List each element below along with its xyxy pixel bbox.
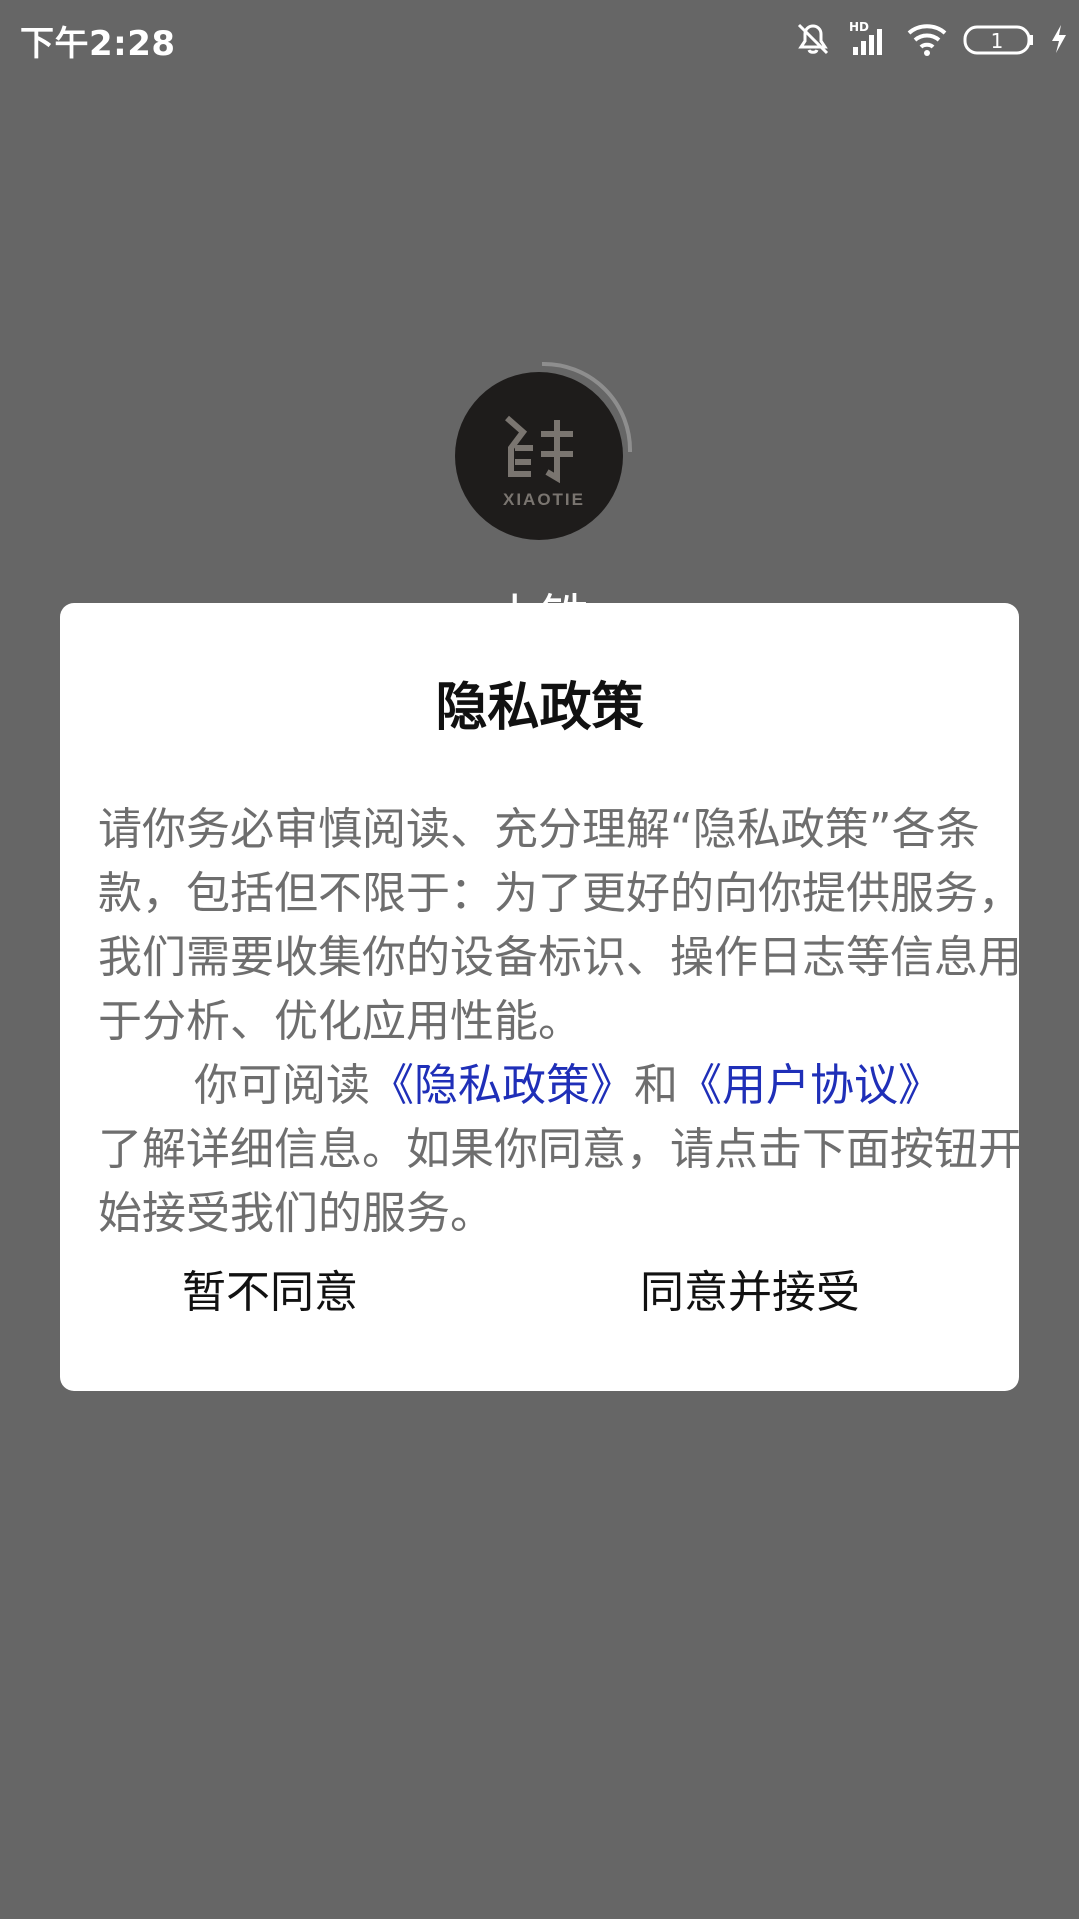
app-logo: XIAOTIE [450,360,640,550]
logo-circle: XIAOTIE [455,372,623,540]
network-type-label: HD [849,20,869,34]
battery-level: 1 [991,29,1004,53]
dialog-body: 请你务必审慎阅读、充分理解“隐私政策”各条款，包括但不限于：为了更好的向你提供服… [98,798,1048,1246]
logo-text: XIAOTIE [502,490,585,509]
dialog-title: 隐私政策 [435,678,644,738]
disagree-button[interactable]: 暂不同意 [170,1253,370,1333]
paragraph-2-prefix: 你可阅读 [194,1060,370,1111]
dialog-paragraph-1: 请你务必审慎阅读、充分理解“隐私政策”各条款，包括但不限于：为了更好的向你提供服… [98,804,1022,1047]
privacy-dialog: 隐私政策 请你务必审慎阅读、充分理解“隐私政策”各条款，包括但不限于：为了更好的… [60,603,1022,1391]
privacy-policy-link[interactable]: 《隐私政策》 [370,1060,634,1111]
charging-icon [1049,19,1069,59]
logo-glyph-icon [505,415,573,484]
status-icons: HD 1 [793,16,1069,62]
user-agreement-link[interactable]: 《用户协议》 [678,1060,942,1111]
status-bar: 下午2:28 HD 1 [0,0,1079,80]
mute-icon [793,19,833,59]
dialog-paragraph-3: 了解详细信息。如果你同意，请点击下面按钮开始接受我们的服务。 [98,1124,1022,1239]
signal-icon: HD [847,19,891,59]
status-time: 下午2:28 [20,24,176,64]
wifi-icon [905,19,949,59]
conjunction-text: 和 [634,1060,678,1111]
dialog-paragraph-2: 你可阅读《隐私政策》和《用户协议》 [98,1054,1048,1118]
battery-icon: 1 [963,19,1035,59]
agree-button[interactable]: 同意并接受 [620,1253,880,1333]
